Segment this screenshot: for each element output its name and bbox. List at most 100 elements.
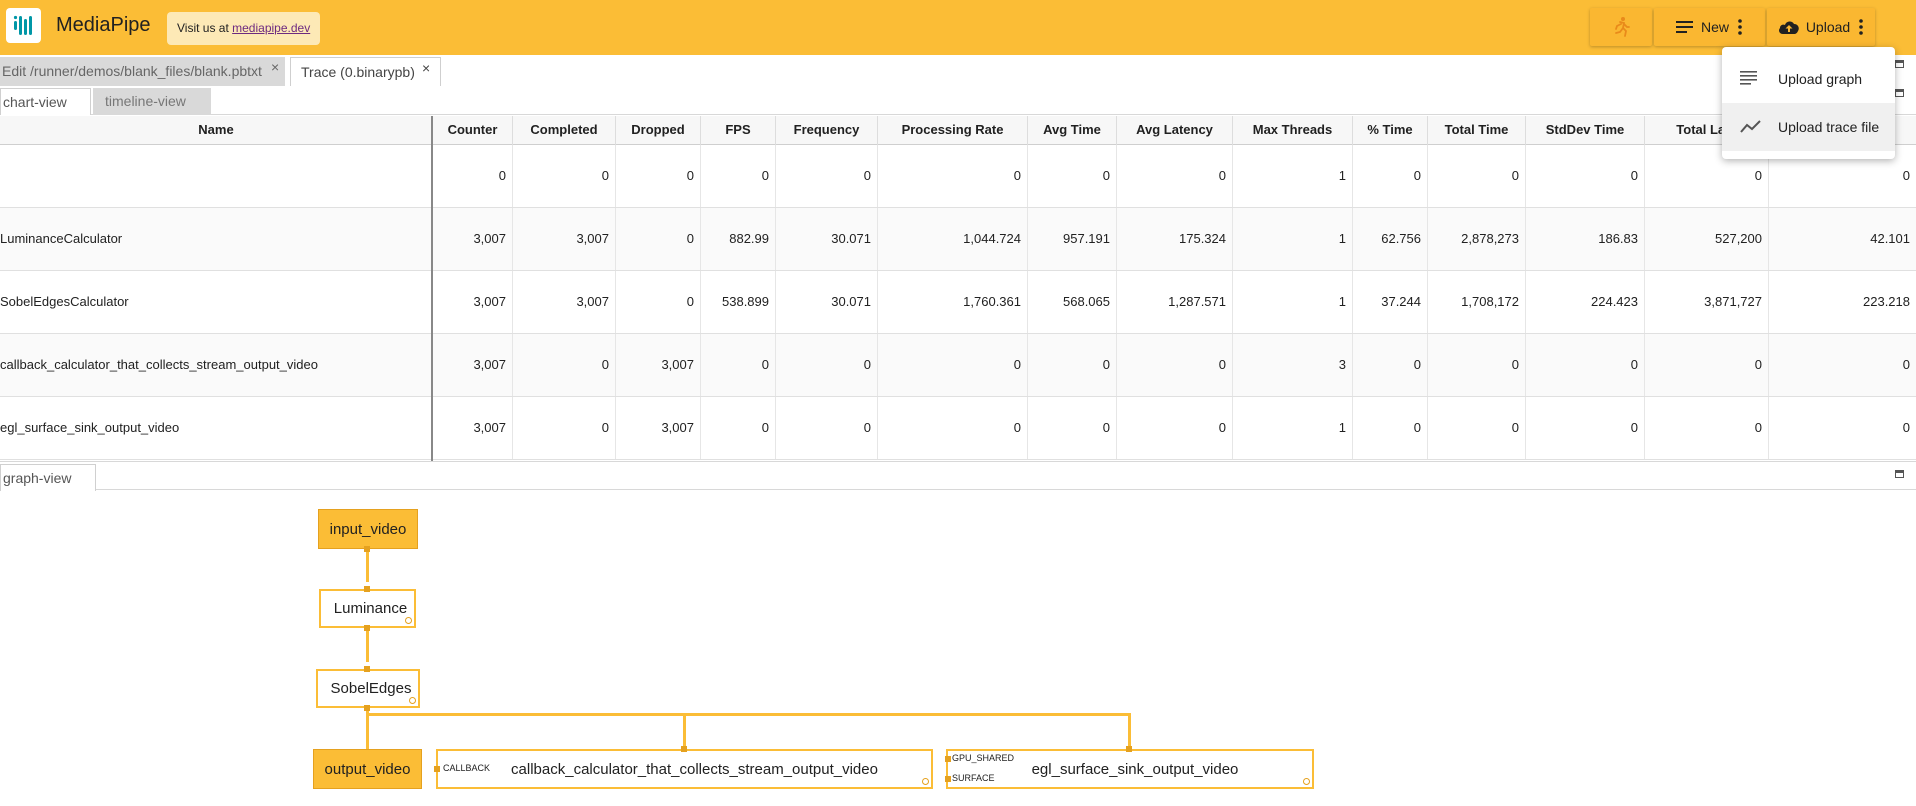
port-dot xyxy=(364,625,370,631)
more-vert-icon xyxy=(1738,19,1742,35)
port-dot xyxy=(434,766,440,772)
tab-trace[interactable]: Trace (0.binarypb) × xyxy=(290,57,441,86)
table-cell: 3,007 xyxy=(432,271,512,333)
column-header[interactable]: StdDev Time xyxy=(1525,116,1644,145)
notes-icon xyxy=(1675,21,1693,33)
graph-view-canvas: input_video Luminance SobelEdges output_… xyxy=(0,491,1916,806)
table-cell: 175.324 xyxy=(1116,208,1232,270)
node-handle[interactable] xyxy=(922,778,929,785)
visit-text: Visit us at xyxy=(177,21,233,35)
node-output-video[interactable]: output_video xyxy=(313,749,422,789)
table-cell: 0 xyxy=(1352,145,1427,207)
mediapipe-logo[interactable] xyxy=(6,8,41,43)
row-name-cell xyxy=(0,145,432,207)
table-cell: 3,007 xyxy=(512,208,615,270)
table-cell: 3 xyxy=(1232,334,1352,396)
cloud-upload-icon xyxy=(1778,21,1799,34)
column-header[interactable]: Frequency xyxy=(775,116,877,145)
column-header[interactable]: FPS xyxy=(700,116,775,145)
column-header[interactable]: Processing Rate xyxy=(877,116,1027,145)
node-luminance[interactable]: Luminance xyxy=(319,589,416,628)
port-dot xyxy=(945,776,951,782)
table-cell: 0 xyxy=(615,145,700,207)
table-cell: 0 xyxy=(615,271,700,333)
table-cell: 0 xyxy=(512,334,615,396)
table-cell: 568.065 xyxy=(1027,271,1116,333)
column-header[interactable]: Completed xyxy=(512,116,615,145)
port-dot xyxy=(364,546,370,552)
table-cell: 1 xyxy=(1232,271,1352,333)
row-name-cell: egl_surface_sink_output_video xyxy=(0,420,180,435)
table-cell: 3,007 xyxy=(615,397,700,459)
node-input-video[interactable]: input_video xyxy=(318,509,418,549)
node-callback-calculator[interactable]: callback_calculator_that_collects_stream… xyxy=(436,749,933,789)
table-cell: 1,287.571 xyxy=(1116,271,1232,333)
table-cell: 1,708,172 xyxy=(1427,271,1525,333)
table-row[interactable]: LuminanceCalculator 3,007 3,007 0 882.99 30.0… xyxy=(0,208,1916,271)
tab-timeline-view[interactable]: timeline-view xyxy=(93,88,211,115)
node-handle[interactable] xyxy=(405,617,412,624)
close-icon[interactable]: × xyxy=(422,54,430,82)
column-divider[interactable] xyxy=(431,116,433,461)
column-header[interactable]: Dropped xyxy=(615,116,700,145)
table-row[interactable]: SobelEdgesCalculator 3,007 3,007 0 538.899 30… xyxy=(0,271,1916,334)
chart-panel-tab-bar: chart-view timeline-view xyxy=(0,86,1916,115)
table-header: Name Counter Completed Dropped FPS Frequency P… xyxy=(0,116,1916,145)
table-cell: 0 xyxy=(877,145,1027,207)
upload-button[interactable]: Upload xyxy=(1767,8,1875,46)
tab-chart-view[interactable]: chart-view xyxy=(0,88,91,115)
table-cell: 0 xyxy=(1352,334,1427,396)
tab-label: Trace (0.binarypb) xyxy=(301,64,415,80)
menu-item-label: Upload trace file xyxy=(1778,119,1880,135)
new-button[interactable]: New xyxy=(1654,8,1765,46)
table-cell: 0 xyxy=(1116,397,1232,459)
node-label: Luminance xyxy=(333,600,408,617)
column-header[interactable]: Name xyxy=(0,116,432,145)
table-cell: 0 xyxy=(1427,397,1525,459)
table-cell: 0 xyxy=(1768,334,1916,396)
run-button[interactable] xyxy=(1590,8,1652,46)
node-handle[interactable] xyxy=(1303,778,1310,785)
port-dot xyxy=(1126,746,1132,752)
maximize-icon[interactable] xyxy=(1895,89,1904,97)
menu-item-upload-graph[interactable]: Upload graph xyxy=(1722,55,1895,103)
table-cell: 30.071 xyxy=(775,271,877,333)
edge xyxy=(683,713,686,749)
mediapipe-dev-link[interactable]: mediapipe.dev xyxy=(232,21,310,35)
edge xyxy=(366,628,369,662)
table-cell: 2,878,273 xyxy=(1427,208,1525,270)
column-header[interactable]: Counter xyxy=(432,116,512,145)
table-row[interactable]: 00000000100000 xyxy=(0,145,1916,208)
visit-us-chip: Visit us at mediapipe.dev xyxy=(167,12,321,45)
stats-table: Name Counter Completed Dropped FPS Frequency P… xyxy=(0,116,1916,461)
tab-edit-blank-pbtxt[interactable]: Edit /runner/demos/blank_files/blank.pbt… xyxy=(0,57,285,86)
maximize-icon[interactable] xyxy=(1895,470,1904,478)
table-cell: 42.101 xyxy=(1768,208,1916,270)
column-header[interactable]: Total Time xyxy=(1427,116,1525,145)
column-header[interactable]: Max Threads xyxy=(1232,116,1352,145)
table-cell: 1 xyxy=(1232,208,1352,270)
run-icon xyxy=(1615,17,1630,37)
table-cell: 0 xyxy=(1427,334,1525,396)
table-row[interactable]: egl_surface_sink_output_video 3,007 0 3,007… xyxy=(0,397,1916,460)
close-icon[interactable]: × xyxy=(271,53,279,81)
table-cell: 0 xyxy=(512,145,615,207)
tab-graph-view[interactable]: graph-view xyxy=(0,464,96,491)
port-label-callback: CALLBACK xyxy=(443,763,491,773)
column-header[interactable]: % Time xyxy=(1352,116,1427,145)
column-header[interactable]: Avg Time xyxy=(1027,116,1116,145)
table-cell: 1,044.724 xyxy=(877,208,1027,270)
table-cell: 1 xyxy=(1232,145,1352,207)
node-label: callback_calculator_that_collects_stream… xyxy=(511,760,878,778)
table-cell: 0 xyxy=(1027,334,1116,396)
node-handle[interactable] xyxy=(409,697,416,704)
column-header[interactable]: Avg Latency xyxy=(1116,116,1232,145)
table-cell: 1 xyxy=(1232,397,1352,459)
maximize-icon[interactable] xyxy=(1895,60,1904,68)
table-cell: 0 xyxy=(877,334,1027,396)
table-row[interactable]: callback_calculator_that_collects_stream… xyxy=(0,334,1916,397)
port-dot xyxy=(681,746,687,752)
menu-item-upload-trace-file[interactable]: Upload trace file xyxy=(1722,103,1895,151)
node-sobel-edges[interactable]: SobelEdges xyxy=(316,669,420,708)
table-cell: 186.83 xyxy=(1525,208,1644,270)
